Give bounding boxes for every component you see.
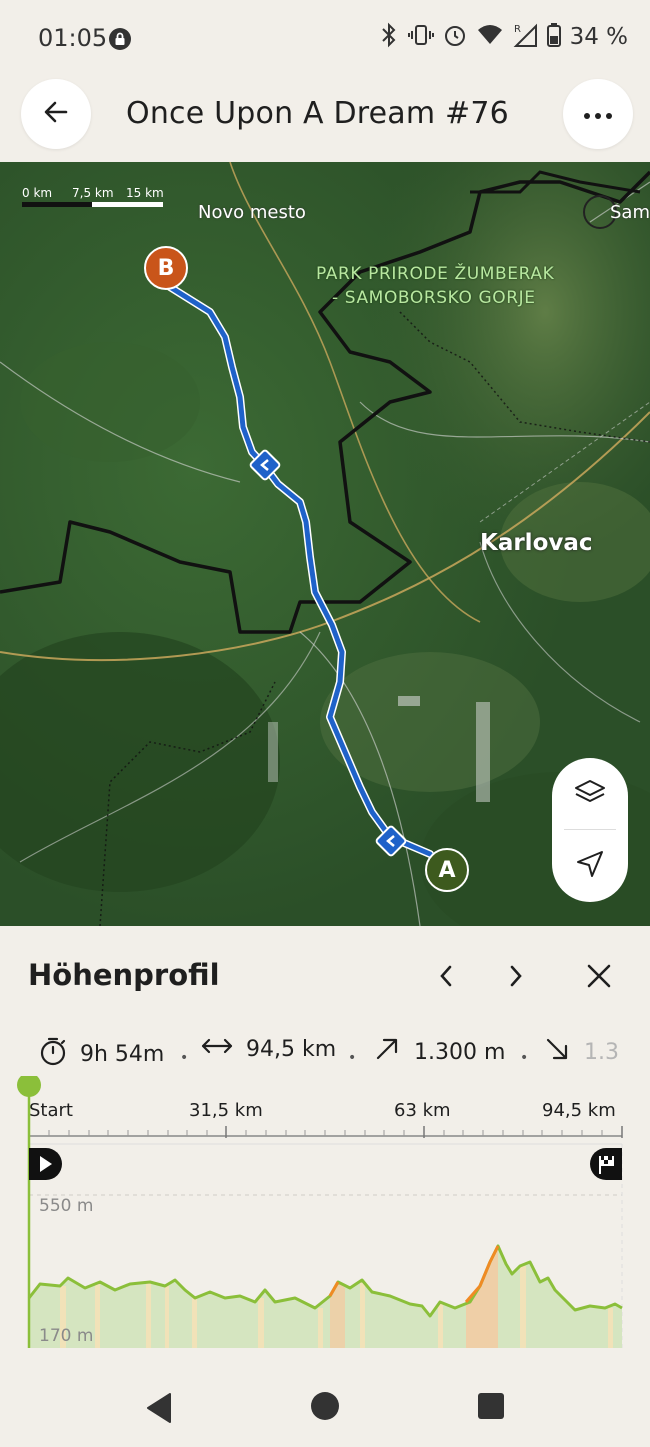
elevation-min-label: 170 m xyxy=(39,1326,94,1346)
ascent-value: 1.300 m xyxy=(414,1039,506,1065)
vibrate-icon xyxy=(407,22,434,52)
locate-arrow-icon xyxy=(574,848,606,884)
start-flag-icon xyxy=(29,1148,62,1180)
arrow-up-right-icon xyxy=(374,1036,400,1068)
ascent-stat: 1.300 m xyxy=(374,1036,505,1068)
system-nav-bar xyxy=(0,1374,650,1447)
layers-icon xyxy=(573,777,607,811)
signal-icon: R xyxy=(512,22,538,52)
battery-level: 34 % xyxy=(569,24,628,50)
map-label-park-line1: PARK PRIRODE ŽUMBERAK xyxy=(316,264,555,284)
close-icon xyxy=(586,963,612,993)
stat-separator: • xyxy=(180,1050,189,1066)
more-options-button[interactable] xyxy=(563,79,633,149)
next-button[interactable] xyxy=(498,960,534,996)
route-stats: 9h 54m • 94,5 km • 1.300 m • 1.3 xyxy=(38,1036,628,1076)
map-label-novo-mesto: Novo mesto xyxy=(198,202,306,223)
descent-value: 1.3 xyxy=(584,1039,619,1065)
distance-value: 94,5 km xyxy=(246,1036,337,1062)
elevation-panel: Höhenprofil 9h 54m • 94,5 km • 1.300 m •… xyxy=(0,926,650,1374)
map-label-samobor: Sam xyxy=(610,202,650,223)
route-end-pin[interactable]: B xyxy=(144,246,188,290)
duration-value: 9h 54m xyxy=(80,1041,165,1067)
locate-button[interactable] xyxy=(552,830,628,902)
alarm-icon xyxy=(442,22,468,52)
panel-title: Höhenprofil xyxy=(28,958,220,992)
recents-square-icon[interactable] xyxy=(477,1392,505,1424)
distance-stat: 94,5 km xyxy=(200,1036,336,1062)
stat-separator: • xyxy=(520,1050,529,1066)
stopwatch-icon xyxy=(38,1036,68,1072)
close-button[interactable] xyxy=(581,960,617,996)
status-time: 01:05 xyxy=(38,24,108,52)
home-circle-icon[interactable] xyxy=(309,1390,341,1426)
bluetooth-icon xyxy=(378,22,400,52)
chevron-right-icon xyxy=(508,964,524,992)
finish-flag-icon xyxy=(590,1148,622,1180)
scale-label-1: 7,5 km xyxy=(72,186,114,200)
horizontal-arrows-icon xyxy=(200,1036,234,1062)
scale-label-0: 0 km xyxy=(22,186,53,200)
battery-icon xyxy=(546,22,562,52)
back-triangle-icon[interactable] xyxy=(144,1392,174,1428)
stat-separator: • xyxy=(348,1050,357,1066)
route-map[interactable]: 0 km 7,5 km 15 km Novo mesto PARK PRIROD… xyxy=(0,162,650,926)
back-button[interactable] xyxy=(21,79,91,149)
scale-label-2: 15 km xyxy=(126,186,164,200)
duration-stat: 9h 54m xyxy=(38,1036,164,1072)
elevation-chart[interactable] xyxy=(0,1076,650,1376)
descent-stat: 1.3 xyxy=(544,1036,619,1068)
route-start-pin[interactable]: A xyxy=(425,848,469,892)
svg-text:R: R xyxy=(514,24,521,35)
more-horizontal-icon xyxy=(583,105,613,124)
page-title: Once Upon A Dream #76 xyxy=(126,96,509,131)
wifi-icon xyxy=(476,22,504,52)
map-label-karlovac: Karlovac xyxy=(480,530,593,556)
elevation-max-label: 550 m xyxy=(39,1196,94,1216)
arrow-down-right-icon xyxy=(544,1036,570,1068)
map-controls xyxy=(552,758,628,902)
lock-icon xyxy=(108,27,132,55)
layers-button[interactable] xyxy=(552,758,628,830)
map-label-park-line2: - SAMOBORSKO GORJE xyxy=(332,288,536,308)
chevron-left-icon xyxy=(438,964,454,992)
status-bar: 01:05 R 34 % xyxy=(0,0,650,76)
arrow-left-icon xyxy=(42,98,70,130)
previous-button[interactable] xyxy=(428,960,464,996)
app-header: Once Upon A Dream #76 xyxy=(0,76,650,162)
